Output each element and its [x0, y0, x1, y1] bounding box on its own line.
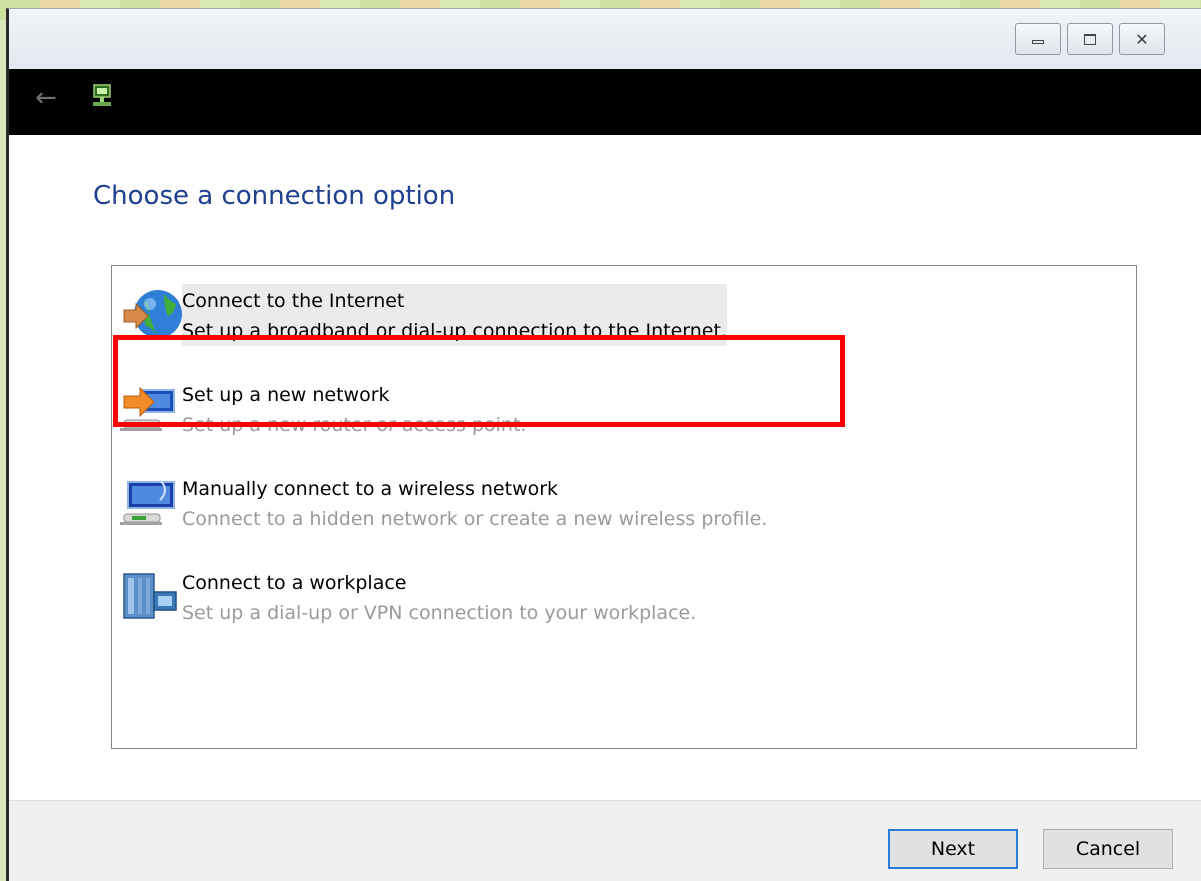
title-bar: ✕ [9, 9, 1201, 70]
option-description: Connect to a hidden network or create a … [182, 508, 768, 530]
network-connection-icon [93, 84, 111, 106]
content-area: Choose a connection option Connect to th… [9, 135, 1201, 800]
wireless-network-icon [120, 479, 175, 525]
minimize-icon [1032, 40, 1044, 44]
option-title: Connect to a workplace [182, 572, 407, 594]
annotation-highlight-box [113, 335, 845, 427]
option-title: Manually connect to a wireless network [182, 478, 559, 500]
back-arrow-icon[interactable]: ← [35, 83, 57, 113]
cancel-button[interactable]: Cancel [1043, 829, 1173, 869]
dialog-footer: Next Cancel [9, 800, 1201, 881]
minimize-button[interactable] [1015, 23, 1061, 55]
option-manually-connect-wireless[interactable]: Manually connect to a wireless network C… [120, 472, 767, 542]
maximize-button[interactable] [1067, 23, 1113, 55]
page-title: Choose a connection option [93, 181, 456, 211]
workplace-icon [123, 573, 177, 619]
option-title: Connect to the Internet [182, 290, 405, 312]
option-connect-to-workplace[interactable]: Connect to a workplace Set up a dial-up … [120, 566, 696, 636]
navigation-bar: ← [9, 69, 1201, 135]
close-icon: ✕ [1135, 29, 1149, 49]
option-description: Set up a dial-up or VPN connection to yo… [182, 602, 697, 624]
option-text: Manually connect to a wireless network C… [182, 472, 767, 534]
close-button[interactable]: ✕ [1119, 23, 1165, 55]
option-text: Connect to a workplace Set up a dial-up … [182, 566, 696, 628]
set-up-connection-window: ✕ ← Choose a connection option Connect t… [6, 8, 1201, 881]
next-button[interactable]: Next [888, 829, 1018, 869]
maximize-icon [1084, 33, 1096, 45]
